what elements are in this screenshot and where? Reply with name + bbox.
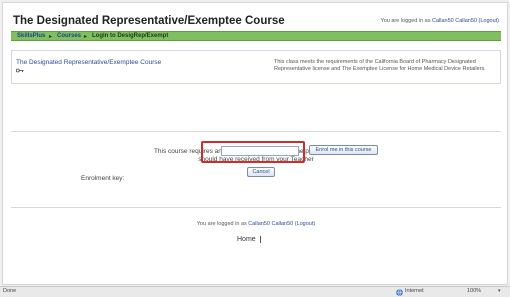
footer-login-info: You are logged in as Callan50 Callan50 (… — [11, 221, 501, 227]
breadcrumb-current: Login to DesigRep/Exempt — [92, 33, 169, 39]
enrolment-key-label: Enrolment key: — [81, 175, 125, 182]
zoom-dropdown-icon[interactable]: ▾ — [498, 288, 501, 294]
security-zone: Internet — [405, 288, 424, 294]
breadcrumb-skillsplus[interactable]: SkillsPlus — [17, 33, 45, 39]
footer-user-link[interactable]: Callan50 Callan50 — [248, 221, 293, 227]
course-name-link[interactable]: The Designated Representative/Exemptee C… — [16, 59, 161, 66]
logout-link[interactable]: (Logout) — [479, 18, 500, 24]
course-info-box: The Designated Representative/Exemptee C… — [11, 50, 501, 84]
footer-logout-link[interactable]: (Logout) — [295, 221, 316, 227]
cancel-button[interactable]: Cancel — [247, 167, 275, 177]
enrolment-key-input[interactable] — [221, 146, 299, 156]
globe-icon — [396, 289, 403, 296]
status-bar: Done Internet 100% ▾ — [0, 286, 510, 297]
course-summary: This class meets the requirements of the… — [274, 59, 486, 72]
header-login-info: You are logged in as Callan50 Callan50 (… — [381, 18, 499, 24]
key-icon — [16, 68, 24, 73]
enrol-button[interactable]: Enrol me in this course — [309, 145, 378, 155]
breadcrumb-separator: ▸ — [49, 34, 53, 40]
breadcrumb-courses[interactable]: Courses — [57, 33, 81, 39]
zoom-level[interactable]: 100% — [467, 288, 481, 294]
home-link[interactable]: Home — [237, 236, 261, 243]
login-prefix: You are logged in as — [380, 18, 433, 24]
footer: You are logged in as Callan50 Callan50 (… — [11, 207, 501, 267]
user-link[interactable]: Callan50 Callan50 — [432, 18, 477, 24]
page-content: The Designated Representative/Exemptee C… — [2, 2, 508, 285]
status-text: Done — [3, 288, 17, 294]
browser-window: The Designated Representative/Exemptee C… — [0, 0, 510, 297]
breadcrumb: SkillsPlus ▸ Courses ▸ Login to DesigRep… — [11, 31, 501, 41]
breadcrumb-separator: ▸ — [84, 34, 88, 40]
footer-login-prefix: You are logged in as — [196, 221, 249, 227]
page-title: The Designated Representative/Exemptee C… — [13, 15, 285, 27]
